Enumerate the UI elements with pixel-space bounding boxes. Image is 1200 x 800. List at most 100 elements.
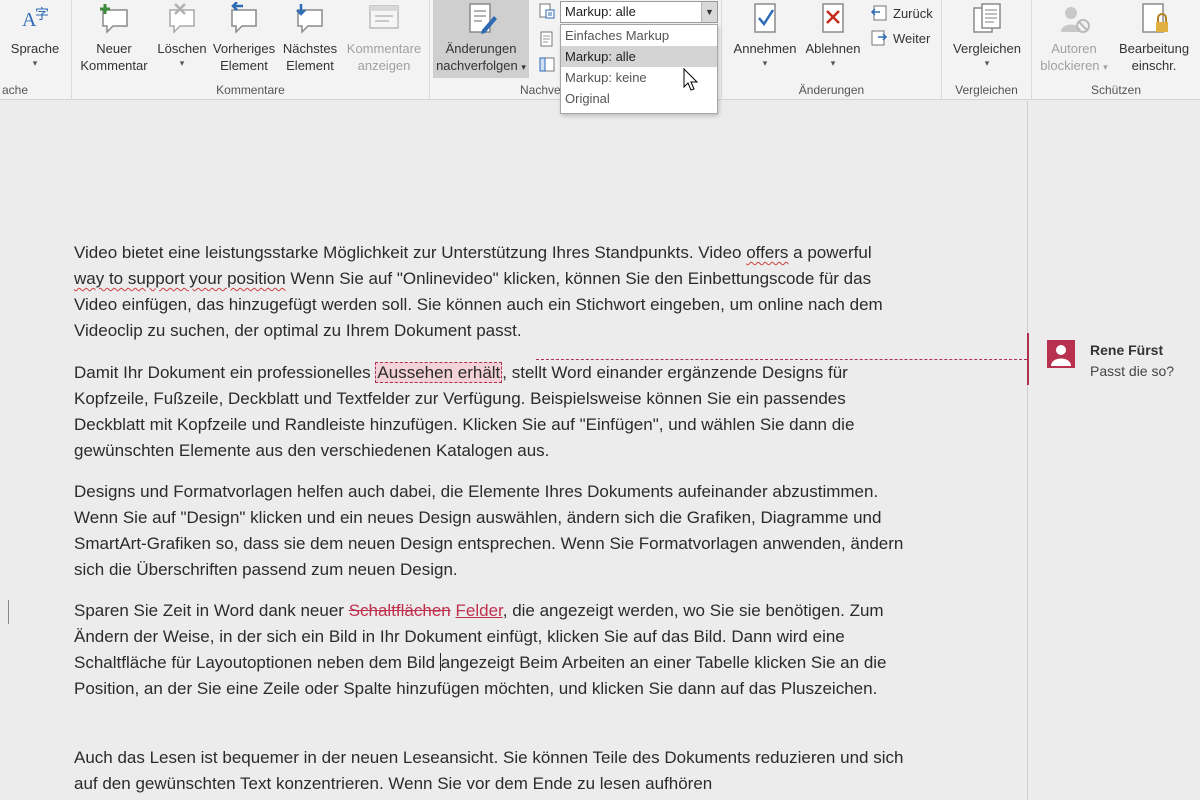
protect-group-label: Schützen [1090,83,1142,97]
next-change-label: Weiter [893,30,931,46]
next-change-button[interactable]: Weiter [870,27,930,49]
previous-change-label: Zurück [893,5,933,21]
restrict-editing-label-2: einschr. [1131,58,1177,73]
new-comment-button[interactable]: Neuer Kommentar [74,0,154,74]
block-authors-icon [1061,7,1090,33]
markup-current-value: Markup: alle [565,4,636,19]
block-authors-label-1: Autoren [1051,41,1097,56]
previous-label-2: Element [220,58,268,73]
svg-text:字: 字 [35,7,49,23]
commented-text[interactable]: Aussehen erhält [375,362,503,383]
show-comments-label-1: Kommentare [346,41,422,56]
user-avatar-icon [1047,340,1075,368]
block-authors-button[interactable]: Autoren blockieren ▾ [1036,0,1112,76]
show-comments-button[interactable]: Kommentare anzeigen [342,0,426,74]
paragraph-5-text: Auch das Lesen ist bequemer in der neuen… [74,748,904,793]
markup-option-all[interactable]: Markup: alle [561,46,717,67]
comment-balloon[interactable]: Rene Fürst Passt die so? [1027,333,1200,385]
new-comment-icon [100,4,128,34]
paragraph-1-text: a powerful [788,243,872,262]
accept-label: Annehmen [733,41,797,56]
language-button[interactable]: A 字 Sprache ▾ [0,0,70,69]
show-comments-label-2: anzeigen [357,58,411,73]
track-changes-label-2: nachverfolgen [436,58,518,73]
chevron-down-icon: ▾ [521,62,526,72]
compare-label: Vergleichen [953,41,1021,56]
accept-button[interactable]: Annehmen ▾ [728,0,802,69]
accept-icon [754,3,776,33]
reviewing-pane-icon[interactable] [538,56,556,74]
restrict-editing-label-1: Bearbeitung [1118,41,1190,56]
protect-group: Autoren blockieren ▾ Bearbeitung einschr… [1032,0,1200,100]
paragraph-2-text: Damit Ihr Dokument ein professionelles [74,363,376,382]
previous-comment-button[interactable]: Vorheriges Element [210,0,278,74]
chevron-down-icon: ▾ [830,58,836,68]
next-change-icon [871,30,888,46]
deleted-text[interactable]: Schaltflächen [349,601,451,620]
reject-label: Ablehnen [805,41,861,56]
language-icon: A 字 [22,7,49,31]
inserted-text[interactable]: Felder [456,601,503,620]
paragraph-1[interactable]: Video bietet eine leistungsstarke Möglic… [74,240,904,344]
changes-group: Annehmen ▾ Ablehnen ▾ Zurück Weiter Ände… [722,0,942,100]
chevron-down-icon: ▾ [984,58,990,68]
paragraph-1-text: Video bietet eine leistungsstarke Möglic… [74,243,747,262]
chevron-down-icon[interactable]: ▼ [701,2,717,22]
block-authors-label-2: blockieren [1040,58,1100,73]
mouse-pointer-icon [683,68,699,91]
track-changes-button[interactable]: Änderungen nachverfolgen ▾ [433,0,529,78]
reject-button[interactable]: Ablehnen ▾ [800,0,866,69]
comment-author: Rene Fürst [1090,342,1164,358]
spelling-error[interactable]: way to support your position [74,269,286,288]
previous-label-1: Vorheriges [212,41,276,56]
language-label: Sprache [10,41,60,56]
delete-comment-button[interactable]: Löschen ▾ [154,0,210,69]
paragraph-3-text: Designs und Formatvorlagen helfen auch d… [74,482,904,579]
next-comment-icon [296,4,323,34]
restrict-editing-icon [1142,3,1168,33]
delete-label: Löschen [157,41,207,56]
markup-option-simple[interactable]: Einfaches Markup [561,25,717,46]
restrict-editing-button[interactable]: Bearbeitung einschr. [1114,0,1194,74]
compare-group-label: Vergleichen [955,83,1018,97]
delete-comment-icon [169,3,195,34]
language-group-label: ache [2,83,29,97]
chevron-down-icon: ▾ [1103,62,1108,72]
reject-icon [822,3,844,33]
changes-group-label: Änderungen [798,83,865,97]
show-markup-icon[interactable] [538,30,556,48]
new-comment-label-1: Neuer [96,41,132,56]
word-window: A 字 Sprache ▾ ache Neuer Kommentar Lösch… [0,0,1200,800]
previous-change-icon [870,5,887,21]
compare-button[interactable]: Vergleichen ▾ [946,0,1028,69]
chevron-down-icon: ▾ [179,58,185,68]
paragraph-4-text: Sparen Sie Zeit in Word dank neuer [74,601,349,620]
previous-comment-icon [231,2,257,34]
next-label-1: Nächstes [282,41,338,56]
new-comment-label-2: Kommentar [80,58,148,73]
chevron-down-icon: ▾ [762,58,768,68]
paragraph-3[interactable]: Designs und Formatvorlagen helfen auch d… [74,479,904,583]
display-for-review-icon[interactable] [538,2,556,20]
next-label-2: Element [286,58,334,73]
comment-leader-line [536,359,1027,360]
paragraph-2[interactable]: Damit Ihr Dokument ein professionelles A… [74,360,904,464]
comments-group: Neuer Kommentar Löschen ▾ Vorheriges Ele… [72,0,430,100]
spelling-error[interactable]: offers [746,243,788,262]
previous-change-button[interactable]: Zurück [870,2,933,24]
track-changes-icon [469,3,497,34]
next-comment-button[interactable]: Nächstes Element [278,0,342,74]
chevron-down-icon: ▾ [32,58,38,68]
show-comments-icon [369,5,399,29]
comment-text[interactable]: Passt die so? [1090,363,1174,379]
language-group: A 字 Sprache ▾ ache [0,0,72,100]
track-changes-label-1: Änderungen [445,41,517,56]
markup-area [1027,101,1200,800]
paragraph-4[interactable]: Sparen Sie Zeit in Word dank neuer Schal… [74,598,904,702]
comments-group-label: Kommentare [216,83,285,97]
markup-dropdown[interactable]: Markup: alle ▼ [560,1,718,23]
compare-icon [973,3,1001,33]
compare-group: Vergleichen ▾ Vergleichen [942,0,1032,100]
change-bar [8,600,9,624]
paragraph-5[interactable]: Auch das Lesen ist bequemer in der neuen… [74,745,904,797]
